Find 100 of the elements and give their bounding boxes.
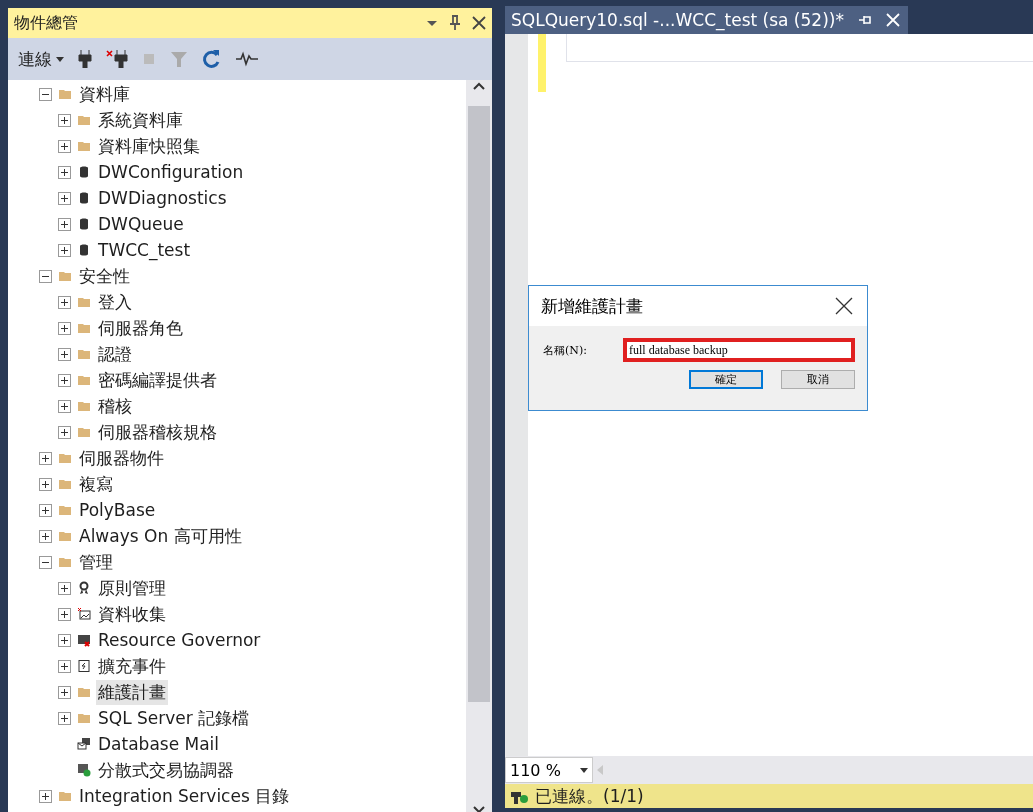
tree-item[interactable]: 資料庫快照集	[96, 133, 202, 159]
folder-icon	[77, 113, 91, 127]
folder-icon	[58, 451, 72, 465]
window-error-icon	[77, 633, 91, 647]
tree-item[interactable]: 資料收集	[96, 601, 168, 627]
expand-icon[interactable]	[58, 165, 71, 179]
expand-icon[interactable]	[58, 711, 71, 725]
dialog-title: 新增維護計畫	[541, 294, 643, 318]
folder-icon	[77, 711, 91, 725]
caret-icon	[580, 767, 588, 773]
cancel-button[interactable]: 取消	[781, 370, 855, 389]
query-editor[interactable]: 新增維護計畫 名稱(N): full database backup 確定 取消	[505, 34, 1033, 756]
ok-button[interactable]: 確定	[689, 370, 763, 389]
tree-item[interactable]: DWConfiguration	[96, 161, 246, 183]
chart-window-icon	[77, 607, 91, 621]
tree-item[interactable]: 系統資料庫	[96, 107, 185, 133]
zoom-dropdown[interactable]: 110 %	[505, 757, 593, 783]
tree-item[interactable]: 伺服器稽核規格	[96, 419, 219, 445]
expand-icon[interactable]	[58, 295, 71, 309]
tree-item[interactable]: SQL Server 記錄檔	[96, 705, 252, 731]
refresh-icon	[202, 49, 222, 69]
expand-icon[interactable]	[39, 789, 52, 803]
expand-icon[interactable]	[58, 139, 71, 153]
folder-icon	[58, 269, 72, 283]
tree-item[interactable]: Always On 高可用性	[77, 523, 244, 549]
expand-icon[interactable]	[39, 529, 52, 543]
expand-icon[interactable]	[58, 373, 71, 387]
folder-icon	[77, 399, 91, 413]
folder-icon	[77, 139, 91, 153]
expand-icon[interactable]	[58, 633, 71, 647]
field-label: 名稱(N):	[543, 342, 588, 358]
expand-icon[interactable]	[58, 425, 71, 439]
folder-icon	[58, 477, 72, 491]
close-icon	[885, 13, 900, 27]
folder-icon	[58, 529, 72, 543]
folder-icon	[77, 373, 91, 387]
folder-icon	[77, 685, 91, 699]
tree-item[interactable]: 資料庫	[77, 81, 132, 107]
expand-icon[interactable]	[58, 659, 71, 673]
tree-item[interactable]: 認證	[96, 341, 134, 367]
tree-item[interactable]: 維護計畫	[96, 679, 168, 705]
expand-icon[interactable]	[39, 451, 52, 465]
tree-item[interactable]: DWQueue	[96, 213, 186, 235]
tree-item[interactable]: 擴充事件	[96, 653, 168, 679]
pin-icon	[448, 15, 462, 31]
connect-button[interactable]: 連線	[18, 47, 64, 71]
plug-icon	[78, 50, 92, 68]
tree-item[interactable]: 分散式交易協調器	[96, 757, 236, 783]
close-icon	[835, 297, 853, 315]
folder-icon	[58, 555, 72, 569]
tree-item[interactable]: PolyBase	[77, 499, 158, 521]
ribbon-icon	[77, 581, 91, 595]
expand-icon[interactable]	[58, 347, 71, 361]
expand-icon[interactable]	[58, 113, 71, 127]
tree-item[interactable]: Integration Services 目錄	[77, 783, 292, 809]
document-tab[interactable]: SQLQuery10.sql -...WCC_test (sa (52))*	[505, 6, 908, 34]
tree-item[interactable]: 安全性	[77, 263, 132, 289]
scrollbar[interactable]	[466, 80, 492, 812]
filter-icon	[170, 50, 188, 68]
expand-icon[interactable]	[39, 477, 52, 491]
tree-item[interactable]: DWDiagnostics	[96, 187, 229, 209]
expand-icon[interactable]	[58, 581, 71, 595]
panel-title: 物件總管	[14, 12, 79, 34]
database-icon	[77, 191, 91, 205]
collapse-icon[interactable]	[39, 555, 52, 569]
server-check-icon	[77, 763, 91, 777]
tree-item[interactable]: 登入	[96, 289, 134, 315]
expand-icon[interactable]	[58, 399, 71, 413]
expand-icon[interactable]	[58, 217, 71, 231]
expand-icon[interactable]	[58, 243, 71, 257]
expand-icon[interactable]	[58, 321, 71, 335]
expand-icon[interactable]	[58, 685, 71, 699]
tree-item[interactable]: 伺服器物件	[77, 445, 166, 471]
database-icon	[77, 165, 91, 179]
tree-item[interactable]: 原則管理	[96, 575, 168, 601]
collapse-icon[interactable]	[39, 269, 52, 283]
scrollbar-thumb[interactable]	[468, 106, 490, 702]
expand-icon[interactable]	[58, 191, 71, 205]
stop-icon	[142, 52, 156, 66]
close-icon	[472, 16, 486, 30]
folder-icon	[58, 87, 72, 101]
collapse-icon[interactable]	[39, 87, 52, 101]
folder-icon	[77, 425, 91, 439]
status-text: 已連線。(1/1)	[535, 784, 644, 808]
tree-item[interactable]: 管理	[77, 549, 115, 575]
expand-icon[interactable]	[39, 503, 52, 517]
activity-icon	[236, 51, 258, 67]
tree-item[interactable]: 稽核	[96, 393, 134, 419]
tree-item[interactable]: 複寫	[77, 471, 115, 497]
tree-item[interactable]: Database Mail	[96, 733, 222, 755]
folder-icon	[77, 295, 91, 309]
tree-item[interactable]: 伺服器角色	[96, 315, 185, 341]
name-input[interactable]: full database backup	[623, 338, 855, 362]
change-marker	[538, 34, 546, 92]
tree-item[interactable]: Resource Governor	[96, 629, 263, 651]
expand-icon[interactable]	[58, 607, 71, 621]
caret-icon	[56, 56, 64, 62]
tree-item[interactable]: 密碼編譯提供者	[96, 367, 219, 393]
tree-item[interactable]: TWCC_test	[96, 239, 193, 261]
tab-title: SQLQuery10.sql -...WCC_test (sa (52))*	[511, 10, 844, 30]
